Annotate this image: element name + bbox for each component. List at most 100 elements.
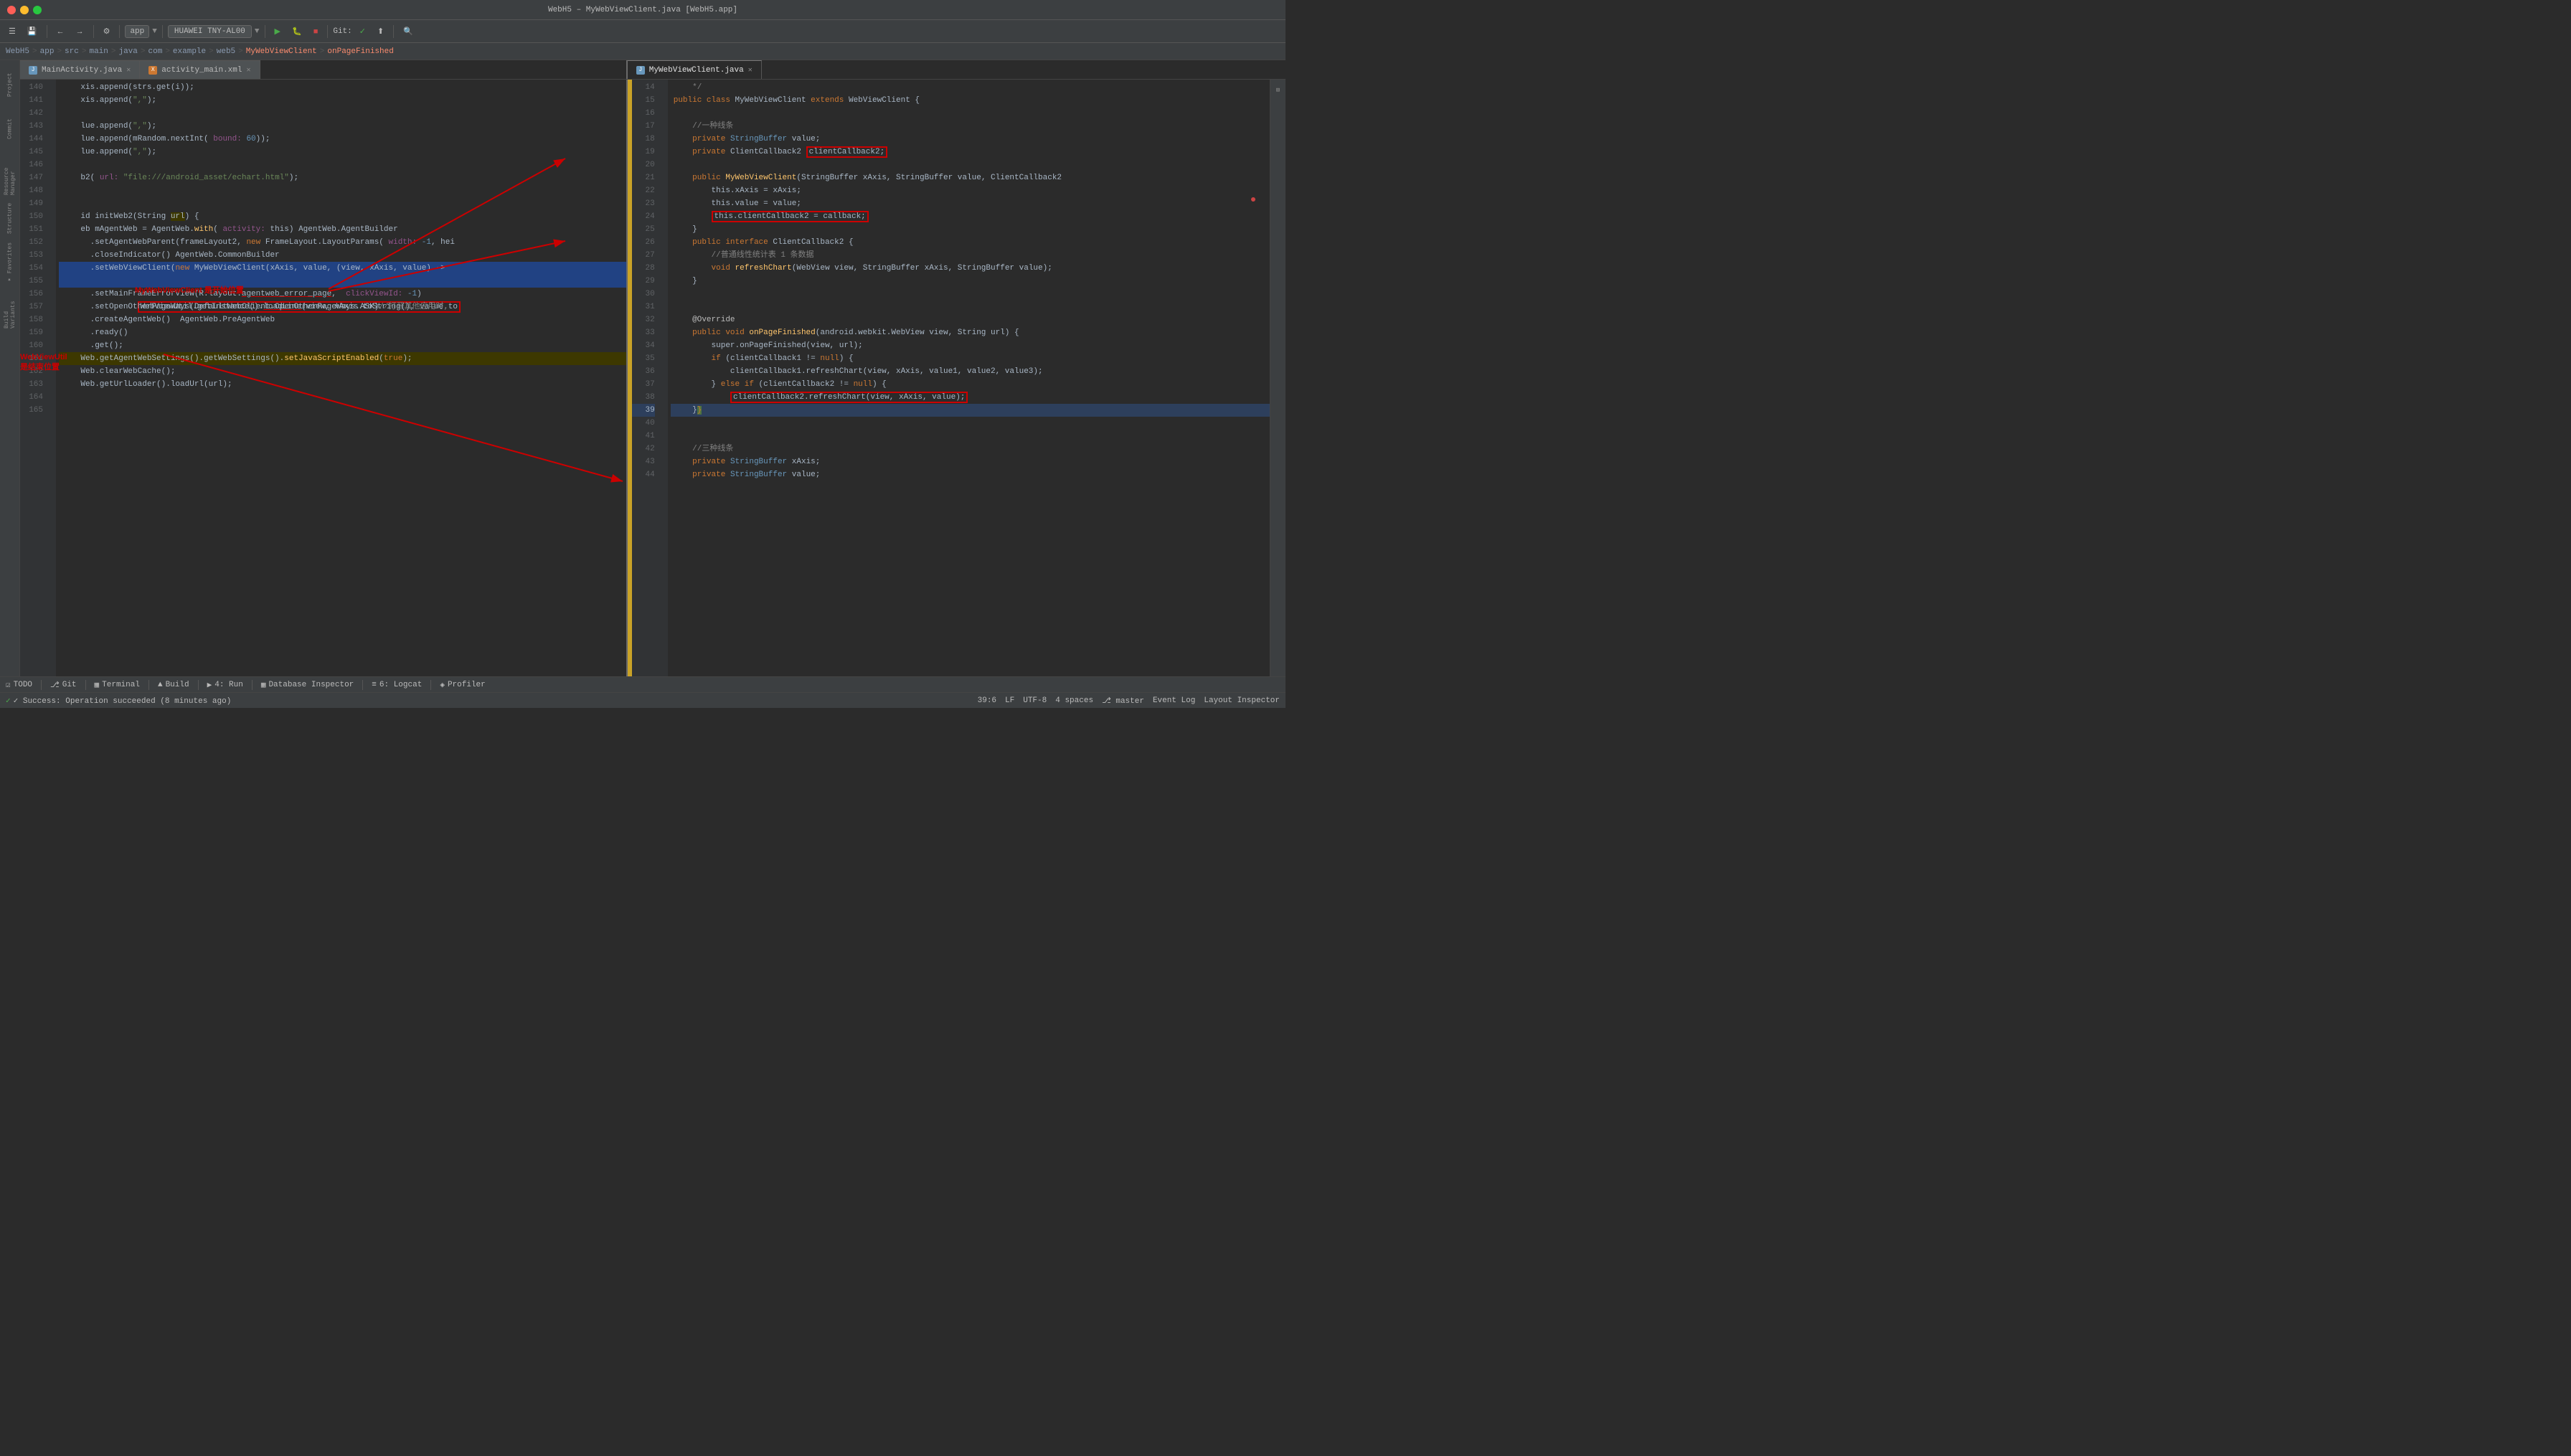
breadcrumb: WebH5 > app > src > main > java > com > … [0, 43, 1286, 60]
rcode-30 [671, 288, 1270, 301]
rln-37: 37 [632, 378, 655, 391]
tab-close[interactable]: ✕ [126, 66, 131, 75]
logcat-icon: ≡ [372, 681, 377, 689]
toolbar-sep-3 [119, 25, 120, 38]
titlebar: WebH5 – MyWebViewClient.java [WebH5.app] [0, 0, 1286, 20]
left-code-text[interactable]: xis.append(strs.get(i)); xis.append(",")… [56, 80, 626, 676]
sidebar-buildvariants-icon[interactable]: Build Variants [2, 285, 18, 328]
toolbar-back-btn[interactable]: ← [52, 24, 69, 39]
database-inspector-item[interactable]: ▦ Database Inspector [261, 680, 354, 690]
todo-icon: ☑ [6, 680, 11, 690]
rln-27: 27 [632, 249, 655, 262]
git-check-btn[interactable]: ✓ [355, 24, 370, 39]
bc-mywebviewclient[interactable]: MyWebViewClient [246, 47, 317, 56]
bc-onpagefinished[interactable]: onPageFinished [327, 47, 393, 56]
ln-147: 147 [20, 171, 43, 184]
rln-19: 19 [632, 146, 655, 159]
bc-java[interactable]: java [118, 47, 137, 56]
ln-153: 153 [20, 249, 43, 262]
tab-activity-main[interactable]: X activity_main.xml ✕ [140, 60, 260, 79]
app-selector[interactable]: app [125, 25, 149, 38]
tab-mainactivity[interactable]: J MainActivity.java ✕ [20, 60, 140, 79]
toolbar-sep-4 [162, 25, 163, 38]
search-btn[interactable]: 🔍 [399, 24, 418, 39]
rcode-33: public void onPageFinished(android.webki… [671, 326, 1270, 339]
code-line-160: .get(); [59, 339, 626, 352]
bc-webh5[interactable]: WebH5 [6, 47, 29, 56]
rcode-32: @Override [671, 313, 1270, 326]
tab-label: activity_main.xml [161, 66, 242, 75]
maximize-button[interactable] [33, 6, 42, 14]
sidebar-commit-icon[interactable]: Commit [2, 108, 18, 151]
left-tabbar: J MainActivity.java ✕ X activity_main.xm… [20, 60, 628, 79]
tab-close-2[interactable]: ✕ [246, 66, 250, 75]
bottom-sep-3 [148, 680, 149, 690]
statusbar: ✓ ✓ Success: Operation succeeded (8 minu… [0, 692, 1286, 708]
status-branch: ⎇ master [1102, 696, 1144, 706]
bc-web5[interactable]: web5 [217, 47, 235, 56]
sidebar-project-icon[interactable]: Project [2, 63, 18, 106]
bc-example[interactable]: example [173, 47, 206, 56]
git-icon: ⎇ [50, 680, 60, 690]
todo-item[interactable]: ☑ TODO [6, 680, 32, 690]
git-item[interactable]: ⎇ Git [50, 680, 77, 690]
toolbar-save-btn[interactable]: 💾 [23, 24, 42, 39]
bc-com[interactable]: com [148, 47, 163, 56]
status-position: 39:6 [978, 696, 996, 705]
toolbar-action-btn[interactable]: ⚙ [99, 24, 115, 39]
rcode-15: public class MyWebViewClient extends Web… [671, 94, 1270, 107]
bc-src[interactable]: src [65, 47, 79, 56]
git-commit-btn[interactable]: ⬆ [373, 24, 388, 39]
rsidebar-icon-1[interactable]: ⊞ [1270, 82, 1286, 98]
rln-31: 31 [632, 301, 655, 313]
profiler-item[interactable]: ◈ Profiler [440, 680, 485, 690]
code-line-149 [59, 197, 626, 210]
code-line-145: lue.append(","); [59, 146, 626, 159]
bc-main[interactable]: main [89, 47, 108, 56]
toolbar-forward-btn[interactable]: → [72, 24, 88, 39]
error-marker [1251, 197, 1255, 202]
bottom-sep-1 [41, 680, 42, 690]
rcode-36: clientCallback1.refreshChart(view, xAxis… [671, 365, 1270, 378]
bottom-panel: ☑ TODO ⎇ Git ▦ Terminal ▲ Build ▶ 4: Run… [0, 676, 1286, 692]
minimize-button[interactable] [20, 6, 29, 14]
logcat-item[interactable]: ≡ 6: Logcat [372, 681, 422, 689]
tab-mywebviewclient[interactable]: J MyWebViewClient.java ✕ [628, 60, 762, 79]
tab-label: MyWebViewClient.java [649, 66, 744, 75]
stop-btn[interactable]: ■ [309, 24, 323, 39]
run-item[interactable]: ▶ 4: Run [207, 680, 243, 690]
java-icon-2: J [636, 66, 645, 75]
traffic-lights [7, 6, 42, 14]
rcode-20 [671, 159, 1270, 171]
ln-152: 152 [20, 236, 43, 249]
bottom-sep-7 [430, 680, 431, 690]
right-code-panel: 14 15 16 17 18 19 20 21 22 23 24 25 [628, 80, 1270, 676]
sidebar-resource-icon[interactable]: Resource Manager [2, 152, 18, 195]
sidebar-structure-icon[interactable]: Structure [2, 197, 18, 240]
rln-32: 32 [632, 313, 655, 326]
run-btn[interactable]: ▶ [270, 24, 285, 39]
bottom-sep-2 [85, 680, 86, 690]
close-button[interactable] [7, 6, 16, 14]
profiler-label: Profiler [448, 681, 486, 689]
bottom-sep-4 [198, 680, 199, 690]
rcode-42: //三种线条 [671, 443, 1270, 455]
bottom-sep-6 [362, 680, 363, 690]
device-selector[interactable]: HUAWEI TNY-AL00 [168, 25, 252, 38]
toolbar-menu-btn[interactable]: ☰ [4, 24, 20, 39]
tab-close-3[interactable]: ✕ [748, 66, 753, 75]
status-layout-inspector[interactable]: Layout Inspector [1204, 696, 1280, 705]
ln-157: 157 [20, 301, 43, 313]
status-event-log[interactable]: Event Log [1153, 696, 1195, 705]
rcode-22: this.xAxis = xAxis; [671, 184, 1270, 197]
right-code-text[interactable]: */ public class MyWebViewClient extends … [668, 80, 1270, 676]
code-line-143: lue.append(","); [59, 120, 626, 133]
bc-app[interactable]: app [40, 47, 55, 56]
code-line-163: Web.getUrlLoader().loadUrl(url); [59, 378, 626, 391]
debug-btn[interactable]: 🐛 [288, 24, 306, 39]
build-item[interactable]: ▲ Build [158, 681, 189, 689]
sidebar-favorites-icon[interactable]: ★ Favorites [2, 241, 18, 284]
git-label: Git: [333, 27, 352, 36]
rln-41: 41 [632, 430, 655, 443]
terminal-item[interactable]: ▦ Terminal [95, 680, 140, 690]
